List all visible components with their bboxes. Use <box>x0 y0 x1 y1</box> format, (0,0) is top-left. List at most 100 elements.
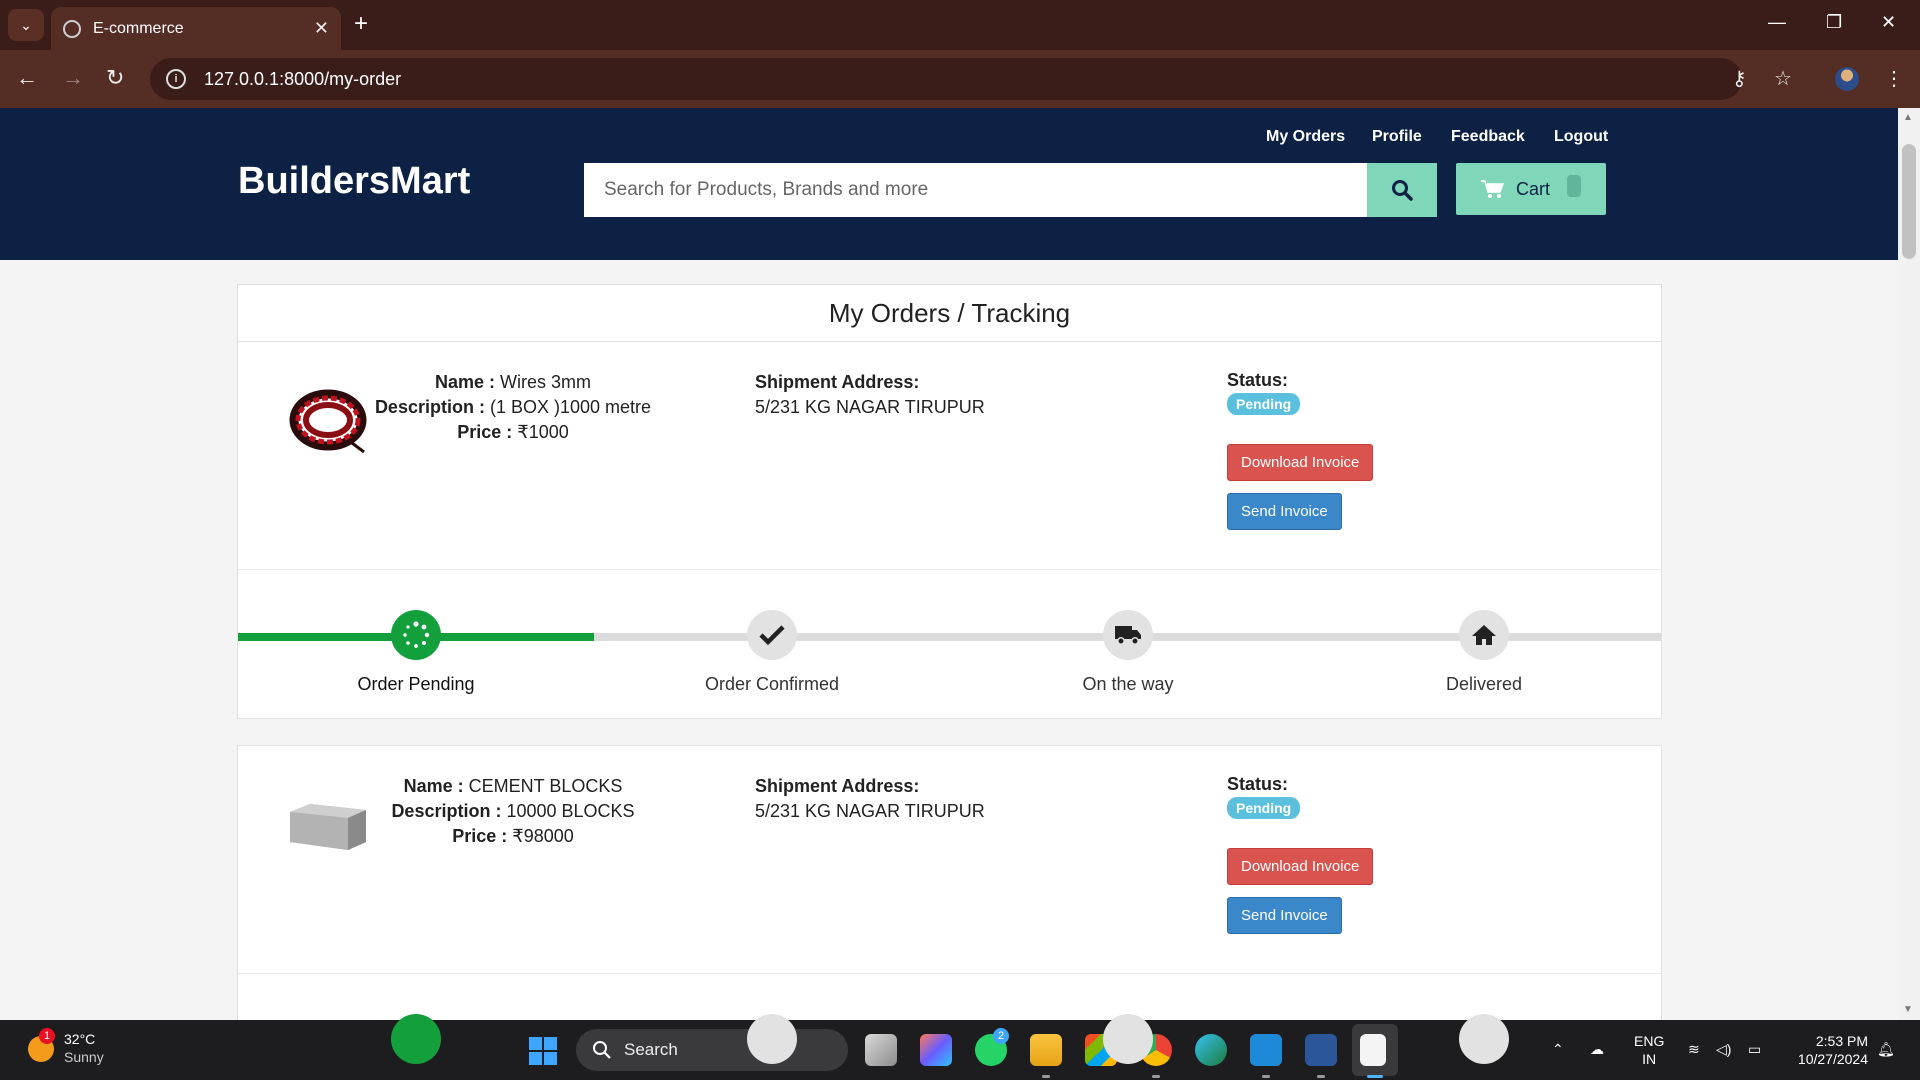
word-icon[interactable] <box>1305 1034 1337 1066</box>
task-view-icon[interactable] <box>865 1034 897 1066</box>
shipment-address: 5/231 KG NAGAR TIRUPUR <box>755 801 985 821</box>
reload-icon[interactable]: ↻ <box>106 65 124 91</box>
status-label: Status: <box>1227 370 1289 390</box>
name-label: Name : <box>434 372 495 392</box>
check-icon <box>747 1014 797 1064</box>
notification-bell-icon[interactable]: 🔔︎ <box>1877 1040 1895 1058</box>
send-invoice-button[interactable]: Send Invoice <box>1227 493 1342 530</box>
region: IN <box>1642 1051 1657 1067</box>
whatsapp-badge: 2 <box>993 1028 1009 1044</box>
step-on-the-way: On the way <box>950 610 1306 695</box>
restore-icon[interactable]: ❐ <box>1826 12 1842 33</box>
edge-icon[interactable] <box>1195 1034 1227 1066</box>
new-tab-button[interactable]: + <box>354 10 368 38</box>
date: 10/27/2024 <box>1797 1051 1868 1067</box>
volume-icon[interactable]: ◁) <box>1716 1040 1731 1058</box>
shipment-info: Shipment Address: 5/231 KG NAGAR TIRUPUR <box>755 370 985 420</box>
nav-profile[interactable]: Profile <box>1372 128 1422 146</box>
description-label: Description : <box>391 801 502 821</box>
page-scrollbar[interactable]: ▲ ▼ <box>1898 108 1920 1020</box>
running-indicator <box>1152 1075 1160 1078</box>
nav-my-orders[interactable]: My Orders <box>1266 128 1345 146</box>
tab-close-icon[interactable]: ✕ <box>314 18 329 39</box>
nav-feedback[interactable]: Feedback <box>1451 128 1525 146</box>
cart-count-badge <box>1567 175 1581 197</box>
order-details: Name : CEMENT BLOCKS Description : 10000… <box>238 746 1661 974</box>
search-input[interactable] <box>584 163 1367 217</box>
step-delivered: Delivered <box>1306 610 1662 695</box>
battery-icon[interactable]: ▭ <box>1748 1040 1761 1058</box>
url-text: 127.0.0.1:8000/my-order <box>204 68 402 89</box>
forward-icon[interactable]: → <box>62 65 84 91</box>
cart-label: Cart <box>1516 178 1551 199</box>
truck-icon <box>1103 1014 1153 1064</box>
browser-toolbar: ← → ↻ i 127.0.0.1:8000/my-order ⚷ ☆ ⋮ <box>0 50 1920 108</box>
browser-tab-bar: ⌄ E-commerce ✕ + — ❐ ✕ <box>0 0 1920 50</box>
search-button[interactable] <box>1367 163 1437 217</box>
send-invoice-button[interactable]: Send Invoice <box>1227 897 1342 934</box>
weather-widget[interactable]: 32°C Sunny <box>64 1030 104 1066</box>
step-order-pending: Order Pending <box>238 610 594 695</box>
weather-condition: Sunny <box>64 1049 104 1065</box>
truck-icon <box>1103 610 1153 660</box>
spinner-icon <box>391 610 441 660</box>
product-description: (1 BOX )1000 metre <box>489 397 652 417</box>
vscode-icon[interactable] <box>1250 1034 1282 1066</box>
tab-search-button[interactable]: ⌄ <box>8 9 44 41</box>
home-icon <box>1459 1014 1509 1064</box>
step-label: On the way <box>1082 674 1174 694</box>
nav-logout[interactable]: Logout <box>1554 128 1608 146</box>
shipment-address: 5/231 KG NAGAR TIRUPUR <box>755 397 985 417</box>
onedrive-icon[interactable]: ☁ <box>1590 1040 1604 1058</box>
password-key-icon[interactable]: ⚷ <box>1732 66 1747 91</box>
product-name: Wires 3mm <box>500 372 592 392</box>
product-price: ₹1000 <box>517 422 569 442</box>
copilot-icon[interactable] <box>920 1034 952 1066</box>
wifi-icon[interactable]: ≋ <box>1688 1040 1700 1058</box>
cart-button[interactable]: Cart <box>1456 163 1606 215</box>
browser-menu-icon[interactable]: ⋮ <box>1884 66 1904 91</box>
product-name: CEMENT BLOCKS <box>468 776 623 796</box>
brand-logo[interactable]: BuildersMart <box>238 160 470 203</box>
download-invoice-button[interactable]: Download Invoice <box>1227 848 1374 885</box>
minimize-icon[interactable]: — <box>1768 12 1786 33</box>
show-hidden-icons[interactable]: ⌃ <box>1552 1040 1564 1058</box>
globe-icon <box>63 19 81 38</box>
running-indicator <box>1262 1075 1270 1078</box>
taskbar-search[interactable]: Search <box>576 1029 848 1071</box>
step-label: Order Confirmed <box>704 674 840 694</box>
shipment-label: Shipment Address: <box>755 372 920 392</box>
home-icon <box>1459 610 1509 660</box>
address-bar[interactable]: i 127.0.0.1:8000/my-order <box>150 58 1742 100</box>
scroll-up-icon[interactable]: ▲ <box>1903 112 1913 123</box>
time: 2:53 PM <box>1815 1033 1868 1049</box>
site-info-icon[interactable]: i <box>166 69 186 89</box>
order-details: Name : Wires 3mm Description : (1 BOX )1… <box>238 342 1661 570</box>
language: ENG <box>1634 1033 1665 1049</box>
site-header: My Orders Profile Feedback Logout Builde… <box>0 108 1898 260</box>
windows-start-icon[interactable] <box>528 1036 558 1066</box>
bookmark-star-icon[interactable]: ☆ <box>1774 66 1792 91</box>
running-indicator <box>1367 1075 1383 1078</box>
clock[interactable]: 2:53 PM 10/27/2024 <box>1786 1032 1868 1068</box>
product-price: ₹98000 <box>512 826 574 846</box>
scroll-thumb[interactable] <box>1902 144 1916 259</box>
orders-section: My Orders / Tracking Name : Wires 3mm De… <box>237 284 1662 1080</box>
shipment-info: Shipment Address: 5/231 KG NAGAR TIRUPUR <box>755 774 985 824</box>
taskbar-search-label: Search <box>624 1040 678 1059</box>
running-indicator <box>1042 1075 1050 1078</box>
language-indicator[interactable]: ENG IN <box>1634 1032 1664 1068</box>
download-invoice-button[interactable]: Download Invoice <box>1227 444 1374 481</box>
search-icon <box>1392 180 1413 201</box>
scroll-down-icon[interactable]: ▼ <box>1903 1004 1913 1015</box>
close-window-icon[interactable]: ✕ <box>1881 12 1896 33</box>
browser-tab[interactable]: E-commerce ✕ <box>51 7 341 50</box>
status-info: Status: Pending <box>1227 774 1301 819</box>
temperature: 32°C <box>64 1031 96 1047</box>
back-icon[interactable]: ← <box>16 65 38 91</box>
profile-avatar[interactable] <box>1835 67 1859 91</box>
file-explorer-icon[interactable] <box>1030 1034 1062 1066</box>
notepad-icon[interactable] <box>1360 1034 1386 1066</box>
step-order-confirmed: Order Confirmed <box>594 610 950 695</box>
status-badge: Pending <box>1227 393 1301 415</box>
